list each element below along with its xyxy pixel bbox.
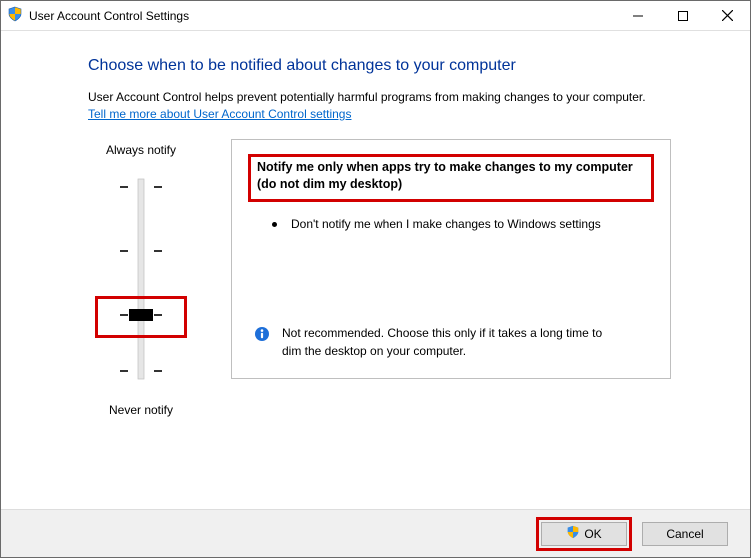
- intro-text: User Account Control helps prevent poten…: [88, 89, 700, 105]
- ok-button[interactable]: OK: [541, 522, 627, 546]
- notification-slider[interactable]: [106, 169, 176, 389]
- footer-bar: OK Cancel: [1, 509, 750, 557]
- uac-settings-window: User Account Control Settings Choose whe…: [0, 0, 751, 558]
- window-title: User Account Control Settings: [29, 9, 189, 23]
- bullet-icon: [272, 222, 277, 227]
- minimize-button[interactable]: [615, 1, 660, 31]
- cancel-button[interactable]: Cancel: [642, 522, 728, 546]
- shield-icon: [566, 525, 580, 542]
- recommendation-text: Not recommended. Choose this only if it …: [282, 325, 622, 360]
- panel-bullet: Don't notify me when I make changes to W…: [248, 216, 654, 233]
- slider-column: Always notify: [51, 139, 231, 417]
- learn-more-link[interactable]: Tell me more about User Account Control …: [88, 107, 351, 121]
- titlebar: User Account Control Settings: [1, 1, 750, 31]
- panel-bullet-text: Don't notify me when I make changes to W…: [291, 216, 601, 233]
- cancel-button-label: Cancel: [666, 527, 703, 541]
- slider-label-top: Always notify: [106, 143, 176, 157]
- shield-icon: [7, 6, 23, 25]
- highlight-panel-title: Notify me only when apps try to make cha…: [248, 154, 654, 202]
- ok-button-label: OK: [584, 527, 601, 541]
- slider-label-bottom: Never notify: [109, 403, 173, 417]
- info-icon: [254, 326, 270, 342]
- content-area: Choose when to be notified about changes…: [1, 31, 750, 427]
- description-panel: Notify me only when apps try to make cha…: [231, 139, 671, 379]
- maximize-button[interactable]: [660, 1, 705, 31]
- panel-title: Notify me only when apps try to make cha…: [257, 159, 645, 193]
- highlight-ok-button: OK: [536, 517, 632, 551]
- recommendation-row: Not recommended. Choose this only if it …: [248, 325, 654, 366]
- page-heading: Choose when to be notified about changes…: [88, 57, 700, 75]
- close-button[interactable]: [705, 1, 750, 31]
